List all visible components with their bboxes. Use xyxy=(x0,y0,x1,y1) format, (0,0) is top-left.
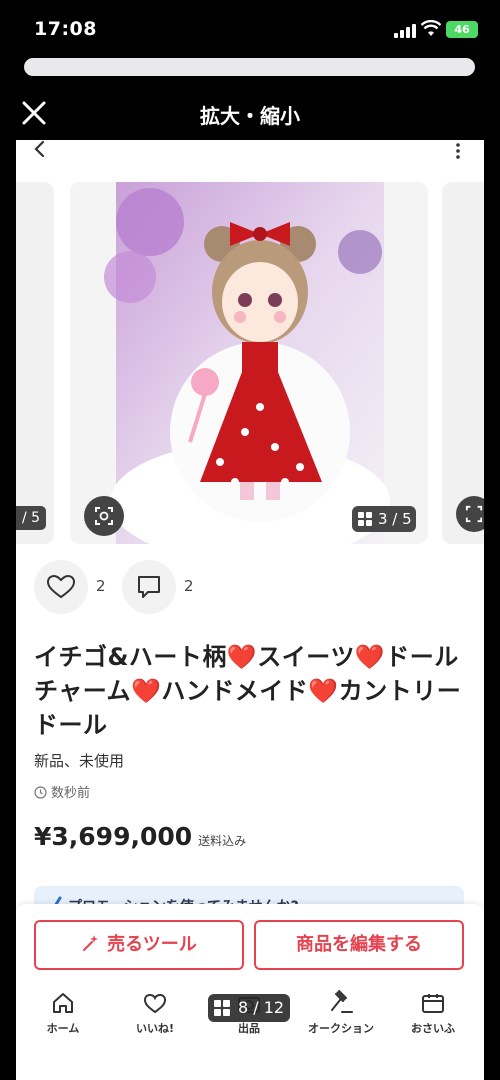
photo-counter-text: 3 / 5 xyxy=(378,510,412,528)
next-photo[interactable] xyxy=(442,182,484,544)
comment-count: 2 xyxy=(184,577,194,595)
nav-label: ホーム xyxy=(46,1022,80,1035)
modal-title: 拡大・縮小 xyxy=(200,104,300,128)
previous-photo[interactable]: / 5 xyxy=(16,182,54,544)
sparkle-icon xyxy=(83,935,99,951)
sheet-handle xyxy=(24,58,475,76)
edit-item-button[interactable]: 商品を編集する xyxy=(254,920,464,970)
engagement-stats: 2 2 xyxy=(34,560,334,618)
nav-label: 出品 xyxy=(238,1022,260,1035)
nav-item-wallet[interactable]: おさいふ xyxy=(388,990,478,1048)
posted-time: 数秒前 xyxy=(34,782,90,801)
heart-icon xyxy=(46,574,76,599)
back-icon[interactable] xyxy=(30,140,50,160)
grid-icon xyxy=(358,512,372,526)
photo-counter: 3 / 5 xyxy=(352,506,416,532)
nav-label: おさいふ xyxy=(411,1022,455,1035)
zoom-button[interactable] xyxy=(84,496,124,536)
nav-label: オークション xyxy=(308,1022,374,1035)
modal-header: 拡大・縮小 xyxy=(0,86,500,140)
like-count: 2 xyxy=(96,577,106,595)
edit-item-label: 商品を編集する xyxy=(296,934,422,955)
item-condition: 新品、未使用 xyxy=(34,752,125,770)
sell-tools-label: 売るツール xyxy=(107,934,197,955)
gavel-icon xyxy=(331,990,353,1013)
scan-icon xyxy=(95,507,113,525)
grid-icon xyxy=(214,1000,230,1016)
item-title: イチゴ&ハート柄❤️スイーツ❤️ドールチャーム❤️ハンドメイド❤️カントリードー… xyxy=(34,643,462,739)
nav-item-auction[interactable]: オークション xyxy=(296,990,386,1048)
comment-button[interactable] xyxy=(122,560,176,614)
wifi-icon xyxy=(421,20,441,36)
previous-photo-counter: / 5 xyxy=(16,506,46,530)
gallery-counter-overlay: 8 / 12 xyxy=(208,994,290,1022)
home-icon xyxy=(53,993,73,1013)
doll-photo-image xyxy=(70,182,428,544)
product-photo[interactable]: 3 / 5 xyxy=(70,182,428,544)
clock-icon xyxy=(34,786,47,799)
like-button[interactable] xyxy=(34,560,88,614)
next-zoom-button[interactable] xyxy=(456,496,484,532)
status-bar: 17:08 46 xyxy=(0,0,500,60)
battery-icon: 46 xyxy=(446,21,478,38)
nav-item-likes[interactable]: いいね! xyxy=(110,990,200,1048)
shipping-note: 送料込み xyxy=(198,834,247,848)
status-time: 17:08 xyxy=(34,18,97,40)
signal-icon xyxy=(394,24,416,38)
item-price: ¥3,699,000 送料込み xyxy=(34,822,246,851)
nav-label: いいね! xyxy=(135,1022,175,1035)
screen: 17:08 46 拡大・縮小 / 5 3 / 5 2 2 イチゴ&ハート柄❤️ス… xyxy=(0,0,500,1080)
photo-carousel[interactable]: / 5 3 / 5 xyxy=(16,182,484,544)
comment-icon xyxy=(138,576,160,598)
scan-icon xyxy=(465,505,483,523)
heart-icon xyxy=(143,993,167,1014)
bottom-bar: 売るツール 商品を編集する ホーム いいね! 出品 オークション おさいふ xyxy=(16,904,484,1080)
price-value: ¥3,699,000 xyxy=(34,822,193,851)
posted-time-text: 数秒前 xyxy=(51,786,91,801)
more-icon[interactable] xyxy=(454,142,462,160)
gallery-counter-text: 8 / 12 xyxy=(238,998,285,1017)
wallet-icon xyxy=(422,994,444,1013)
sell-tools-button[interactable]: 売るツール xyxy=(34,920,244,970)
nav-item-home[interactable]: ホーム xyxy=(18,990,108,1048)
